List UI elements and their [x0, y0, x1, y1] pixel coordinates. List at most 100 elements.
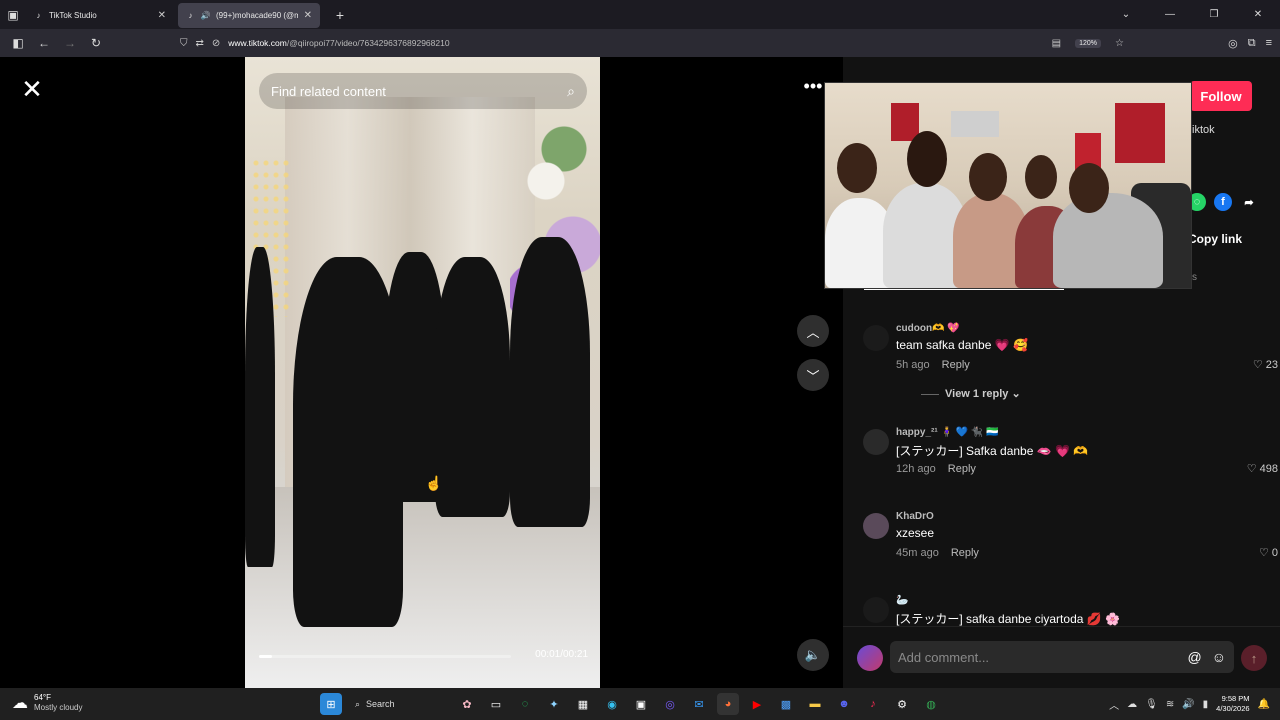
tab-tiktok-video[interactable]: ♪ 🔊 (99+)mohacade90 (@moha ✕ [178, 3, 320, 28]
reply-button[interactable]: Reply [942, 359, 970, 371]
calculator-icon[interactable]: ▦ [572, 693, 594, 715]
comment-username[interactable]: KhaDrO [896, 511, 934, 522]
account-icon[interactable]: ◎ [1228, 37, 1238, 50]
close-tab-icon[interactable]: ✕ [304, 10, 312, 21]
video-player[interactable]: Find related content ⌕ ☝ 00:01/00:21 [245, 57, 600, 688]
reload-icon[interactable]: ↻ [84, 31, 108, 55]
back-icon[interactable]: ← [32, 31, 56, 55]
reply-button[interactable]: Reply [951, 547, 979, 559]
tray-chevron-icon[interactable]: ︿ [1109, 697, 1119, 712]
mic-icon[interactable]: 🎙 [1145, 699, 1158, 710]
video-progress-bar[interactable] [259, 655, 511, 658]
new-tab-button[interactable]: + [328, 7, 352, 23]
pip-poster [951, 111, 999, 137]
video-progress-fill [259, 655, 272, 658]
widgets-icon[interactable]: ✿ [456, 693, 478, 715]
clock-date: 4/30/2026 [1216, 704, 1250, 713]
pip-head [907, 131, 947, 187]
send-button[interactable]: ↑ [1241, 645, 1267, 671]
store-icon[interactable]: ▣ [630, 693, 652, 715]
url-text[interactable]: www.tiktok.com/@qiiropoi77/video/7634296… [228, 38, 449, 48]
chrome-icon[interactable]: ◍ [920, 693, 942, 715]
permissions-icon[interactable]: ⇄ [196, 38, 204, 49]
chatgpt-icon[interactable]: ⚙ [891, 693, 913, 715]
previous-video-button[interactable]: ︿ [797, 315, 829, 347]
facebook-icon[interactable]: f [1214, 193, 1232, 211]
comment-composer: Add comment... @ ☺ ↑ [843, 626, 1280, 688]
like-button[interactable]: ♡ 498 [1247, 462, 1278, 475]
close-tab-icon[interactable]: ✕ [158, 10, 166, 21]
tab-label-partial[interactable]: s [1192, 272, 1197, 283]
menu-icon[interactable]: ≡ [1266, 37, 1272, 49]
comment-text: [ステッカー] Safka danbe 🫦 💗 🫶 [896, 444, 1089, 458]
address-bar[interactable]: ⛉ ⇄ ⊘ www.tiktok.com/@qiiropoi77/video/7… [176, 32, 1128, 54]
tab-tiktok-studio[interactable]: ♪ TikTok Studio ✕ [26, 3, 174, 28]
shield-icon[interactable]: ⛉ [180, 38, 188, 49]
picture-in-picture-video[interactable] [824, 82, 1192, 289]
comment-username[interactable]: 🦢 [896, 595, 908, 606]
avatar[interactable] [863, 597, 889, 623]
follow-button[interactable]: Follow [1190, 81, 1252, 111]
avatar[interactable] [863, 429, 889, 455]
mention-icon[interactable]: @ [1187, 649, 1201, 665]
reply-button[interactable]: Reply [948, 463, 976, 475]
tiktok-icon[interactable]: ♪ [862, 693, 884, 715]
reader-view-icon[interactable]: ▤ [1052, 38, 1061, 49]
app-grid-icon[interactable]: ▩ [775, 693, 797, 715]
zoom-level[interactable]: 120% [1075, 38, 1102, 48]
copy-link-button[interactable]: Copy link [1188, 232, 1242, 246]
music-tag[interactable]: iktok [1192, 124, 1215, 136]
like-button[interactable]: ♡ 23 [1253, 358, 1278, 371]
volume-button[interactable]: 🔈 [797, 639, 829, 671]
comments-list[interactable]: cudoon🫶 💖 team safka danbe 💗 🥰 5h ago Rep… [843, 290, 1280, 626]
app-icon[interactable]: ◎ [659, 693, 681, 715]
onedrive-icon[interactable]: ☁ [1127, 699, 1137, 710]
like-button[interactable]: ♡ 0 [1259, 546, 1278, 559]
taskbar-clock[interactable]: 9:58 PM 4/30/2026 [1216, 694, 1249, 714]
youtube-icon[interactable]: ▶ [746, 693, 768, 715]
volume-icon[interactable]: 🔊 [1182, 699, 1194, 710]
comment-time: 5h ago [896, 359, 930, 371]
avatar[interactable] [863, 325, 889, 351]
restore-icon[interactable]: ❐ [1192, 9, 1236, 20]
avatar[interactable] [857, 645, 883, 671]
wifi-icon[interactable]: ≋ [1166, 699, 1174, 710]
tracking-off-icon[interactable]: ⊘ [212, 38, 220, 49]
notification-bell-icon[interactable]: 🔔 [1258, 699, 1270, 710]
discord-icon[interactable]: ☻ [833, 693, 855, 715]
sidebar-toggle-icon[interactable]: ◧ [6, 31, 30, 55]
comment-input[interactable]: Add comment... @ ☺ [890, 641, 1234, 673]
extensions-icon[interactable]: ⧉ [1248, 37, 1256, 50]
view-replies-button[interactable]: View 1 reply ⌄ [921, 387, 1021, 400]
firefox-icon[interactable]: ◕ [717, 693, 739, 715]
speaker-icon[interactable]: 🔊 [201, 11, 211, 20]
taskbar-search[interactable]: ⌕ Search [349, 693, 449, 715]
close-video-button[interactable]: ✕ [18, 74, 46, 104]
bookmark-star-icon[interactable]: ☆ [1115, 38, 1124, 49]
tab-overflow-icon[interactable]: ⌄ [1104, 9, 1148, 20]
close-window-icon[interactable]: ✕ [1236, 9, 1280, 20]
comment-username[interactable]: happy_²¹ 🧍‍♀️ 💙 🐈‍⬛ 🇸🇱 [896, 427, 999, 438]
copilot-icon[interactable]: ✦ [543, 693, 565, 715]
file-icon[interactable]: ▭ [485, 693, 507, 715]
comment-time: 12h ago [896, 463, 936, 475]
minimize-icon[interactable]: — [1148, 9, 1192, 20]
weather-widget[interactable]: ☁ 64°F Mostly cloudy [12, 693, 82, 713]
tab-list-icon[interactable]: ▣ [0, 0, 26, 29]
windows-start-icon[interactable]: ⊞ [320, 693, 342, 715]
edge-icon[interactable]: ◉ [601, 693, 623, 715]
battery-icon[interactable]: ▮ [1203, 699, 1209, 710]
mail-icon[interactable]: ✉ [688, 693, 710, 715]
more-options-icon[interactable]: ••• [800, 77, 826, 101]
next-video-button[interactable]: ﹀ [797, 359, 829, 391]
search-icon[interactable]: ⌕ [567, 83, 575, 100]
comment-username[interactable]: cudoon🫶 💖 [896, 323, 960, 334]
folder-icon[interactable]: ▬ [804, 693, 826, 715]
whatsapp-icon[interactable]: ◌ [514, 693, 536, 715]
forward-icon[interactable]: → [58, 31, 82, 55]
share-arrow-icon[interactable]: ➦ [1240, 193, 1258, 211]
avatar[interactable] [863, 513, 889, 539]
comment-text: xzesee [896, 526, 935, 540]
find-related-search[interactable]: Find related content ⌕ [259, 73, 587, 109]
emoji-icon[interactable]: ☺ [1212, 649, 1226, 665]
